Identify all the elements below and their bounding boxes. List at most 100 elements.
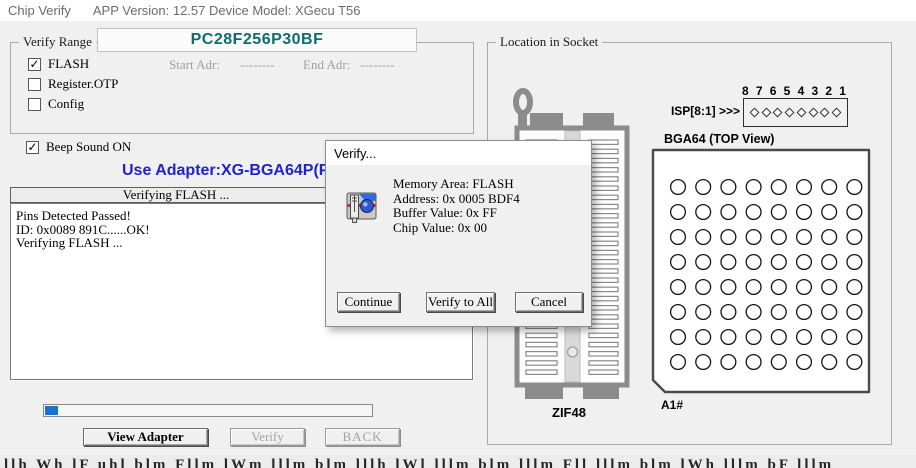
socket-pin-slot xyxy=(589,241,618,245)
bga-ball xyxy=(746,280,761,295)
beep-checkbox-row: ✓ Beep Sound ON xyxy=(26,139,131,155)
bga-ball xyxy=(847,230,862,245)
verify-to-all-button[interactable]: Verify to All xyxy=(426,292,495,312)
bga-ball xyxy=(671,305,686,320)
buffer-value-line: Buffer Value: 0x FF xyxy=(393,206,520,221)
socket-pin-slot xyxy=(589,158,618,162)
back-button[interactable]: BACK xyxy=(325,428,400,446)
isp-pin-hole xyxy=(808,108,818,118)
app-window: Chip Verify APP Version: 12.57 Device Mo… xyxy=(0,0,916,468)
bga-ball xyxy=(721,330,736,345)
bga-ball xyxy=(721,280,736,295)
isp-pin-hole xyxy=(773,108,783,118)
bga-ball xyxy=(797,355,812,370)
bga-ball xyxy=(696,230,711,245)
bga-ball xyxy=(771,305,786,320)
chip-value-line: Chip Value: 0x 00 xyxy=(393,221,520,236)
verify-range-label: Verify Range xyxy=(19,34,96,50)
isp-pin-hole xyxy=(831,108,841,118)
socket-pin-slot xyxy=(589,260,618,264)
bga-ball xyxy=(696,280,711,295)
flash-checkbox[interactable]: ✓ xyxy=(28,58,41,71)
isp-pin-hole xyxy=(785,108,795,118)
bga-ball xyxy=(671,230,686,245)
bga-ball xyxy=(746,230,761,245)
bga-ball xyxy=(797,205,812,220)
config-checkbox[interactable] xyxy=(28,98,41,111)
bga-ball xyxy=(721,255,736,270)
location-in-socket-label: Location in Socket xyxy=(496,34,602,50)
bga-ball xyxy=(847,255,862,270)
bga-ball xyxy=(822,180,837,195)
bga-ball xyxy=(797,255,812,270)
socket-pin-slot xyxy=(526,352,557,356)
continue-button[interactable]: Continue xyxy=(337,292,400,312)
bga-ball xyxy=(797,330,812,345)
bga-ball xyxy=(797,230,812,245)
bga-ball xyxy=(671,180,686,195)
verify-dialog-titlebar[interactable]: Verify... xyxy=(326,141,591,165)
socket-pin-slot xyxy=(589,177,618,181)
register-otp-checkbox[interactable] xyxy=(28,78,41,91)
socket-pin-slot xyxy=(589,342,618,346)
socket-pin-slot xyxy=(589,370,618,374)
isp-pin-hole xyxy=(820,108,830,118)
isp-pin-number: 1 xyxy=(839,84,846,98)
bga-ball xyxy=(746,255,761,270)
bga-ball xyxy=(797,280,812,295)
clipped-text: llh Wh lF uhl blm Fllm lWm lllm blm lllh… xyxy=(4,457,834,468)
start-adr-label: Start Adr: xyxy=(169,57,220,73)
config-checkbox-label: Config xyxy=(48,96,84,112)
bga-ball xyxy=(797,180,812,195)
isp-pin-hole xyxy=(796,108,806,118)
bga-ball xyxy=(721,180,736,195)
socket-pin-slot xyxy=(589,287,618,291)
isp-pin-number: 2 xyxy=(825,84,832,98)
bga-ball xyxy=(696,205,711,220)
register-otp-checkbox-label: Register.OTP xyxy=(48,76,118,92)
config-checkbox-row: Config xyxy=(28,96,84,112)
chip-name-box: PC28F256P30BF xyxy=(97,28,417,52)
socket-pin-slot xyxy=(589,269,618,273)
beep-checkbox[interactable]: ✓ xyxy=(26,141,39,154)
bga-ball xyxy=(721,355,736,370)
bga-ball xyxy=(771,355,786,370)
socket-pin-slot xyxy=(526,370,557,374)
socket-pin-slot xyxy=(589,352,618,356)
flash-checkbox-label: FLASH xyxy=(48,56,89,72)
socket-pin-slot xyxy=(526,361,557,365)
isp-pin-hole xyxy=(761,108,771,118)
socket-pin-slot xyxy=(589,324,618,328)
socket-pin-slot xyxy=(589,149,618,153)
bga-ball xyxy=(822,255,837,270)
socket-pin-slot xyxy=(589,186,618,190)
bga-ball xyxy=(822,205,837,220)
bga-ball xyxy=(746,205,761,220)
clipped-text-row: llh Wh lF uhl blm Fllm lWm lllm blm lllh… xyxy=(0,455,916,468)
isp-pin-number: 4 xyxy=(798,84,805,98)
socket-pin-slot xyxy=(589,333,618,337)
cancel-button[interactable]: Cancel xyxy=(515,292,583,312)
bga-ball xyxy=(746,330,761,345)
title-bar: Chip Verify APP Version: 12.57 Device Mo… xyxy=(0,0,916,21)
socket-pin-slot xyxy=(589,168,618,172)
verify-dialog: Verify... Memory Area: FLASH Address: 0x… xyxy=(325,140,592,327)
bga-ball xyxy=(797,305,812,320)
flash-checkbox-row: ✓ FLASH xyxy=(28,56,89,72)
view-adapter-button[interactable]: View Adapter xyxy=(83,428,208,446)
bga-ball xyxy=(847,205,862,220)
socket-pin-slot xyxy=(589,315,618,319)
register-otp-checkbox-row: Register.OTP xyxy=(28,76,118,92)
bga-ball xyxy=(847,355,862,370)
isp-pin-number: 7 xyxy=(756,84,763,98)
progress-fill xyxy=(45,406,58,415)
log-header-text: Verifying FLASH ... xyxy=(11,188,341,202)
bga-ball xyxy=(746,180,761,195)
bga-ball xyxy=(721,230,736,245)
verify-button[interactable]: Verify xyxy=(230,428,305,446)
socket-pin-slot xyxy=(589,296,618,300)
bga-ball xyxy=(696,330,711,345)
isp-label: ISP[8:1] >>> xyxy=(664,104,740,118)
bga-ball xyxy=(822,280,837,295)
socket-pin-slot xyxy=(589,250,618,254)
